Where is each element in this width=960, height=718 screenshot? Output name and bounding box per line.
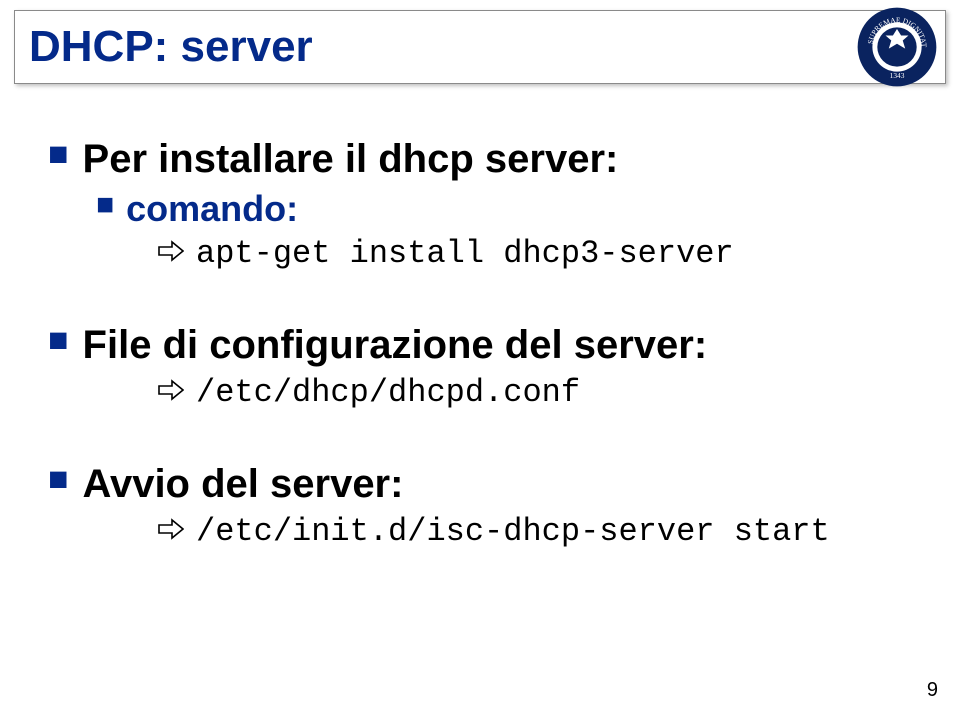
- square-bullet-icon: ■: [48, 136, 69, 173]
- title-bar: DHCP: server: [14, 10, 946, 84]
- bullet-text: Per installare il dhcp server:: [83, 136, 619, 182]
- bullet-apt-get: apt-get install dhcp3-server: [158, 235, 908, 272]
- slide-content: ■ Per installare il dhcp server: ■ coman…: [48, 120, 908, 550]
- square-bullet-icon: ■: [96, 188, 114, 221]
- bullet-install: ■ Per installare il dhcp server:: [48, 136, 908, 182]
- spacer: [48, 411, 908, 445]
- square-bullet-icon: ■: [48, 322, 69, 359]
- code-text: /etc/init.d/isc-dhcp-server start: [196, 513, 830, 550]
- page-number: 9: [927, 679, 938, 702]
- bullet-dhcpd-conf: /etc/dhcp/dhcpd.conf: [158, 374, 908, 411]
- bullet-text: comando:: [126, 188, 298, 229]
- code-text: /etc/dhcp/dhcpd.conf: [196, 374, 580, 411]
- square-bullet-icon: ■: [48, 461, 69, 498]
- svg-text:1343: 1343: [890, 71, 905, 80]
- slide-title: DHCP: server: [29, 22, 313, 72]
- bullet-comando: ■ comando:: [96, 188, 908, 229]
- university-seal-logo: IN SUPREMAE DIGNITATIS 1343: [856, 6, 938, 88]
- code-text: apt-get install dhcp3-server: [196, 235, 734, 272]
- arrow-right-icon: [158, 379, 184, 406]
- bullet-text: File di configurazione del server:: [83, 322, 708, 368]
- slide: DHCP: server IN SUPREMAE DIGNITATIS 1343…: [0, 0, 960, 718]
- arrow-right-icon: [158, 240, 184, 267]
- bullet-initd: /etc/init.d/isc-dhcp-server start: [158, 513, 908, 550]
- bullet-config-file: ■ File di configurazione del server:: [48, 322, 908, 368]
- spacer: [48, 272, 908, 306]
- bullet-avvio: ■ Avvio del server:: [48, 461, 908, 507]
- arrow-right-icon: [158, 518, 184, 545]
- bullet-text: Avvio del server:: [83, 461, 404, 507]
